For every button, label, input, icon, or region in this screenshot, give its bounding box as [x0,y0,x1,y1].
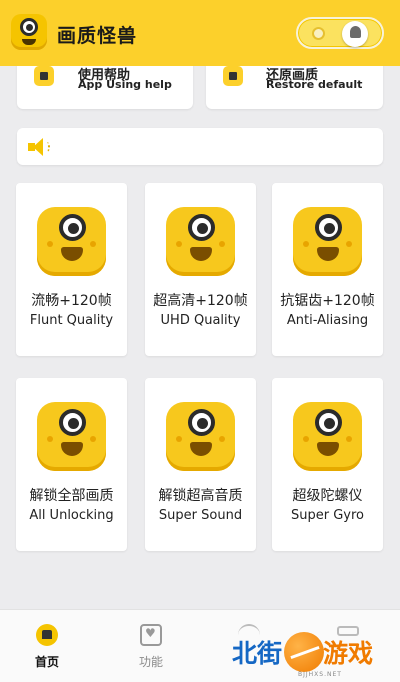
monster-icon [37,402,106,471]
app-header: 画质怪兽 [0,0,400,66]
feature-card-all-unlocking[interactable]: 解锁全部画质 All Unlocking [16,378,127,551]
app-title: 画质怪兽 [57,25,138,47]
nav-item-function[interactable]: 功能 [111,610,191,682]
feature-card-flunt-quality[interactable]: 流畅+120帧 Flunt Quality [16,183,127,356]
feature-subtitle: Anti-Aliasing [286,313,369,328]
monster-icon [166,402,235,471]
sun-icon [312,27,325,40]
restore-icon [223,66,243,86]
feature-title: 解锁全部画质 [29,488,114,504]
nav-label: 首页 [34,655,59,669]
feature-card-uhd-quality[interactable]: 超高清+120帧 UHD Quality [145,183,256,356]
feature-card-super-sound[interactable]: 解锁超高音质 Super Sound [145,378,256,551]
monster-icon [293,402,362,471]
theme-toggle[interactable] [296,17,384,49]
feature-subtitle: Flunt Quality [29,313,114,328]
monster-icon [293,207,362,276]
app-help-subtitle: App Using help [78,78,172,91]
feature-title: 抗锯齿+120帧 [280,293,375,309]
moon-icon [350,26,361,38]
nav-label: 功能 [138,655,163,669]
feature-subtitle: All Unlocking [29,508,114,523]
feature-title: 解锁超高音质 [158,488,243,504]
watermark-ball-icon [284,632,324,672]
help-icon [34,66,54,86]
monster-icon [166,207,235,276]
watermark-text-right: 游戏 [323,639,374,668]
function-icon [140,624,162,646]
notice-bar[interactable] [17,128,383,165]
logo-eye-icon [20,18,38,36]
watermark-text-left: 北街 [232,639,283,668]
feature-title: 超高清+120帧 [153,293,248,309]
nav-item-home[interactable]: 首页 [7,610,87,682]
speaker-icon [28,138,50,156]
monster-icon [37,207,106,276]
feature-subtitle: Super Sound [158,508,243,523]
feature-subtitle: Super Gyro [291,508,364,523]
app-logo [11,14,47,50]
feature-title: 超级陀螺仪 [292,488,363,504]
feature-card-anti-aliasing[interactable]: 抗锯齿+120帧 Anti-Aliasing [272,183,383,356]
feature-title: 流畅+120帧 [31,293,112,309]
logo-mouth-icon [22,39,36,45]
feature-subtitle: UHD Quality [160,313,241,328]
restore-default-subtitle: Restore default [266,78,363,91]
watermark-url: BJJHXS.NET [298,671,342,678]
watermark-logo: 北街 游戏 BJJHXS.NET [232,628,400,682]
home-icon [36,624,58,646]
feature-card-super-gyro[interactable]: 超级陀螺仪 Super Gyro [272,378,383,551]
